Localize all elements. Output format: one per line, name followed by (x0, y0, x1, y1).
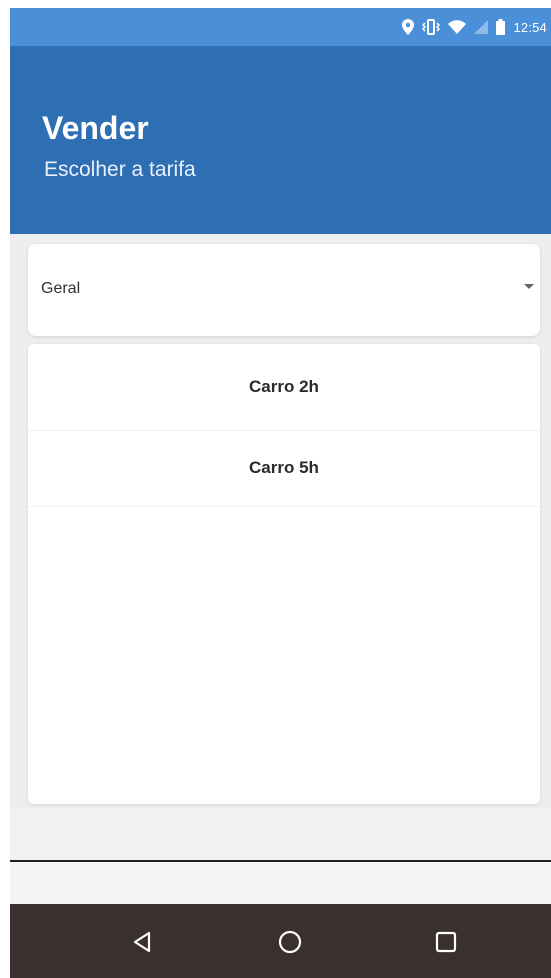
bottom-strip (10, 862, 551, 904)
tariff-group-selected-value: Geral (41, 280, 81, 297)
device-screen: 12:54 Vender Escolher a tarifa Geral Car… (10, 8, 551, 978)
home-button[interactable] (272, 924, 308, 960)
recents-button[interactable] (428, 924, 464, 960)
home-icon (278, 930, 302, 954)
tariff-item-carro-5h[interactable]: Carro 5h (28, 430, 540, 507)
app-bar: Vender Escolher a tarifa (10, 46, 551, 234)
page-subtitle: Escolher a tarifa (44, 158, 196, 181)
page-title: Vender (42, 110, 149, 146)
vibrate-icon (422, 19, 441, 35)
footer-band (10, 808, 551, 860)
tariff-group-select[interactable]: Geral (28, 244, 540, 336)
location-icon (402, 19, 415, 35)
tariff-item-label: Carro 5h (249, 458, 319, 477)
back-icon (133, 931, 151, 953)
recents-icon (435, 931, 457, 953)
status-icons: 12:54 (402, 18, 547, 36)
navigation-bar (10, 904, 551, 978)
battery-icon (496, 19, 506, 35)
back-button[interactable] (124, 924, 160, 960)
wifi-icon (448, 20, 467, 34)
tariff-list: Carro 2h Carro 5h (28, 344, 540, 804)
status-bar: 12:54 (10, 8, 551, 46)
tariff-item-label: Carro 2h (249, 377, 319, 396)
status-time: 12:54 (513, 19, 547, 35)
tariff-item-carro-2h[interactable]: Carro 2h (28, 344, 540, 431)
dropdown-arrow-icon (524, 284, 534, 289)
signal-icon (474, 20, 489, 34)
